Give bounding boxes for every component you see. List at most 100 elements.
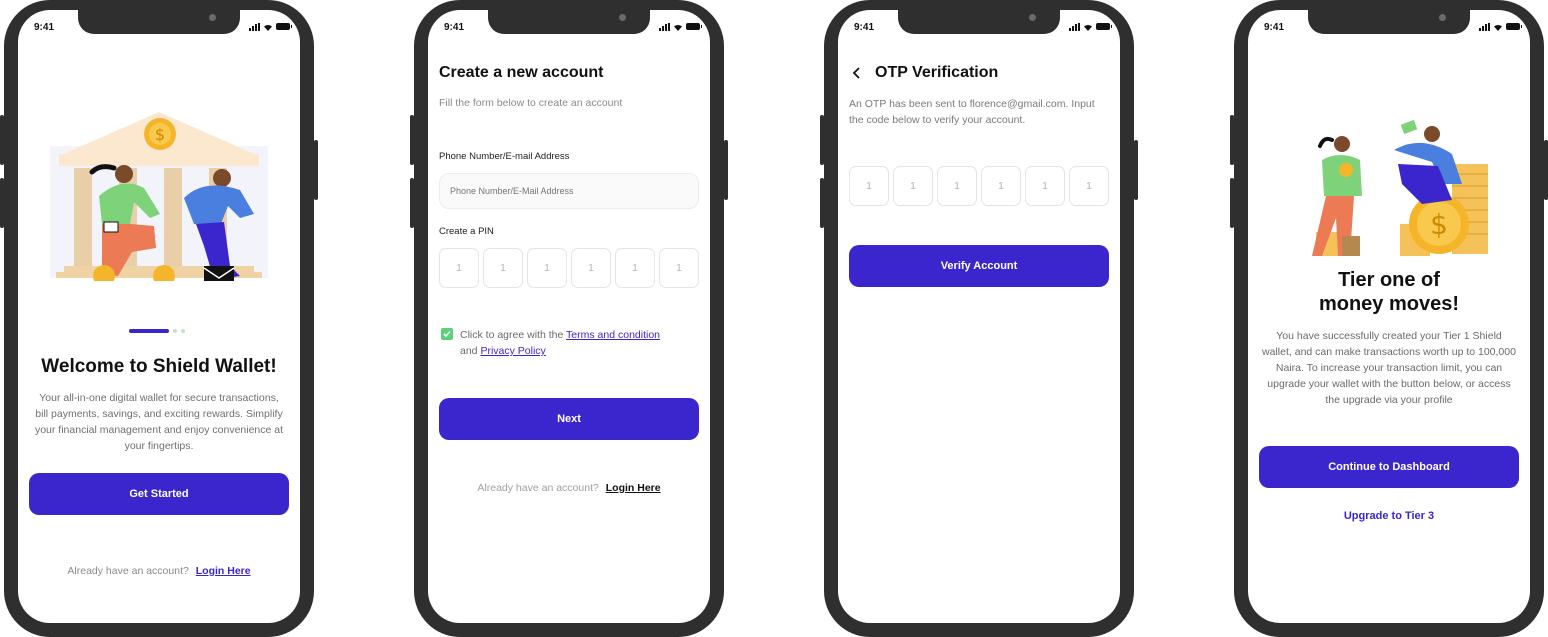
terms-link[interactable]: Terms and condition bbox=[566, 329, 660, 341]
otp-digit-input[interactable]: 1 bbox=[1025, 166, 1065, 206]
agree-prefix: Click to agree with the bbox=[460, 329, 564, 341]
money-coins-illustration: $ bbox=[1312, 119, 1488, 256]
next-button[interactable]: Next bbox=[439, 398, 699, 440]
otp-digit-input[interactable]: 1 bbox=[981, 166, 1021, 206]
battery-icon bbox=[276, 23, 292, 30]
login-prompt: Already have an account? bbox=[67, 565, 189, 577]
verify-account-button[interactable]: Verify Account bbox=[849, 245, 1109, 287]
phone-success: 9:41 $ Tier one of money moves! You have… bbox=[1230, 0, 1548, 637]
signal-icon bbox=[1069, 22, 1080, 31]
notch bbox=[898, 10, 1060, 34]
pager-dot[interactable] bbox=[181, 329, 185, 333]
signal-icon bbox=[249, 22, 260, 31]
status-icons bbox=[249, 22, 292, 31]
page-subtitle: Fill the form below to create an account bbox=[439, 97, 623, 109]
status-time: 9:41 bbox=[1264, 22, 1285, 33]
power-button bbox=[1134, 140, 1138, 200]
page-title: Create a new account bbox=[439, 64, 604, 81]
phone-signup: 9:41 Create a new account Fill the form … bbox=[410, 0, 728, 637]
otp-description: An OTP has been sent to florence@gmail.c… bbox=[849, 98, 1095, 126]
success-screen: 9:41 $ Tier one of money moves! You have… bbox=[1248, 10, 1530, 623]
pin-digit-input[interactable]: 1 bbox=[615, 248, 655, 288]
signup-screen: 9:41 Create a new account Fill the form … bbox=[428, 10, 710, 623]
battery-icon bbox=[1096, 23, 1112, 30]
pager-dot-active[interactable] bbox=[129, 329, 169, 333]
side-button bbox=[1230, 115, 1234, 165]
login-prompt: Already have an account? bbox=[477, 482, 599, 494]
otp-digit-input[interactable]: 1 bbox=[893, 166, 933, 206]
side-button bbox=[0, 178, 4, 228]
welcome-title: Welcome to Shield Wallet! bbox=[41, 356, 277, 377]
upgrade-tier-link[interactable]: Upgrade to Tier 3 bbox=[1248, 510, 1530, 522]
wifi-icon bbox=[1494, 24, 1502, 31]
otp-digit-input[interactable]: 1 bbox=[937, 166, 977, 206]
agree-text: Click to agree with the Terms and condit… bbox=[460, 327, 700, 359]
phone-otp: 9:41 OTP Verification An OTP has been se… bbox=[820, 0, 1138, 637]
login-prompt-row: Already have an account? Login Here bbox=[18, 565, 300, 577]
wifi-icon bbox=[264, 24, 272, 31]
continue-to-dashboard-button[interactable]: Continue to Dashboard bbox=[1259, 446, 1519, 488]
power-button bbox=[314, 140, 318, 200]
status-time: 9:41 bbox=[854, 22, 875, 33]
agree-and: and bbox=[460, 345, 478, 357]
power-button bbox=[1544, 140, 1548, 200]
pin-digit-input[interactable]: 1 bbox=[439, 248, 479, 288]
login-here-link[interactable]: Login Here bbox=[606, 482, 661, 494]
camera-icon bbox=[209, 14, 216, 21]
power-button bbox=[724, 140, 728, 200]
welcome-screen: 9:41 $ Welcome to Shield Wallet! Your al… bbox=[18, 10, 300, 623]
pin-input-group: 1 1 1 1 1 1 bbox=[439, 248, 699, 288]
success-description: You have successfully created your Tier … bbox=[1262, 330, 1516, 406]
status-icons bbox=[1479, 22, 1522, 31]
phone-welcome: 9:41 $ Welcome to Shield Wallet! Your al… bbox=[0, 0, 318, 637]
pin-digit-input[interactable]: 1 bbox=[659, 248, 699, 288]
status-icons bbox=[659, 22, 702, 31]
camera-icon bbox=[1029, 14, 1036, 21]
otp-digit-input[interactable]: 1 bbox=[849, 166, 889, 206]
side-button bbox=[1230, 178, 1234, 228]
svg-text:$: $ bbox=[1430, 208, 1448, 241]
notch bbox=[488, 10, 650, 34]
onboarding-pager bbox=[129, 329, 185, 333]
svg-text:$: $ bbox=[155, 125, 165, 144]
login-prompt-row: Already have an account? Login Here bbox=[428, 482, 710, 494]
camera-icon bbox=[1439, 14, 1446, 21]
success-title: Tier one of money moves! bbox=[1318, 269, 1460, 315]
wifi-icon bbox=[1084, 24, 1092, 31]
camera-icon bbox=[619, 14, 626, 21]
otp-digit-input[interactable]: 1 bbox=[1069, 166, 1109, 206]
side-button bbox=[410, 115, 414, 165]
side-button bbox=[820, 178, 824, 228]
privacy-policy-link[interactable]: Privacy Policy bbox=[480, 345, 545, 357]
pin-field-label: Create a PIN bbox=[439, 226, 494, 237]
phone-email-input[interactable] bbox=[439, 173, 699, 209]
notch bbox=[1308, 10, 1470, 34]
battery-icon bbox=[1506, 23, 1522, 30]
otp-screen: 9:41 OTP Verification An OTP has been se… bbox=[838, 10, 1120, 623]
check-icon bbox=[443, 331, 451, 338]
notch bbox=[78, 10, 240, 34]
side-button bbox=[410, 178, 414, 228]
pin-digit-input[interactable]: 1 bbox=[527, 248, 567, 288]
side-button bbox=[820, 115, 824, 165]
login-here-link[interactable]: Login Here bbox=[196, 565, 251, 577]
pin-digit-input[interactable]: 1 bbox=[483, 248, 523, 288]
page-title: OTP Verification bbox=[875, 64, 999, 81]
pager-dot[interactable] bbox=[173, 329, 177, 333]
signal-icon bbox=[1479, 22, 1490, 31]
side-button bbox=[0, 115, 4, 165]
status-time: 9:41 bbox=[444, 22, 465, 33]
battery-icon bbox=[686, 23, 702, 30]
phone-field-label: Phone Number/E-mail Address bbox=[439, 151, 570, 162]
status-icons bbox=[1069, 22, 1112, 31]
status-time: 9:41 bbox=[34, 22, 55, 33]
pin-digit-input[interactable]: 1 bbox=[571, 248, 611, 288]
wifi-icon bbox=[674, 24, 682, 31]
signal-icon bbox=[659, 22, 670, 31]
back-chevron-icon[interactable] bbox=[852, 67, 862, 79]
get-started-button[interactable]: Get Started bbox=[29, 473, 289, 515]
bank-handshake-illustration: $ bbox=[50, 112, 268, 281]
agree-checkbox[interactable] bbox=[441, 328, 453, 340]
welcome-description: Your all-in-one digital wallet for secur… bbox=[34, 392, 284, 452]
otp-input-group: 1 1 1 1 1 1 bbox=[849, 166, 1109, 206]
